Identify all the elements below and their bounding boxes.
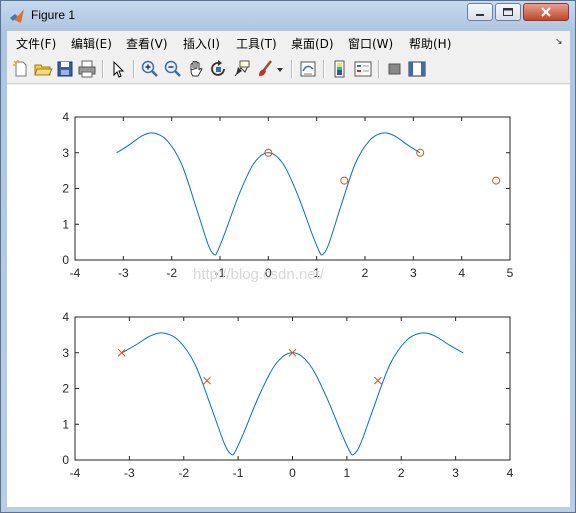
y-tick-label: 2 [62,182,69,196]
x-tick-label: 2 [362,266,369,280]
menu-help[interactable]: 帮助(H) [409,35,451,52]
pan-hand-icon[interactable] [186,59,206,79]
x-tick-label: 3 [452,466,459,480]
y-tick-label: 3 [62,146,69,160]
figure-window: Figure 1 文件(F) 编辑(E) 查看(V) 插入(I) 工具(T) 桌… [0,0,576,513]
insert-colorbar-icon[interactable] [330,59,350,79]
toolbar-separator [291,60,293,78]
brush-dropdown-icon[interactable] [275,59,285,79]
menu-window[interactable]: 窗口(W) [348,35,393,52]
brush-icon[interactable] [255,59,275,79]
menu-bar: 文件(F) 编辑(E) 查看(V) 插入(I) 工具(T) 桌面(D) 窗口(W… [7,31,570,53]
show-plot-tools-icon[interactable] [407,59,427,79]
menu-tools[interactable]: 工具(T) [236,35,277,52]
title-bar[interactable]: Figure 1 [1,1,575,31]
x-tick-label: 4 [507,466,514,480]
link-plot-icon[interactable] [298,59,318,79]
zoom-in-icon[interactable] [140,59,160,79]
y-tick-label: 4 [62,110,69,124]
menu-view[interactable]: 查看(V) [126,35,168,52]
minimize-button[interactable] [467,3,493,21]
figure-client: 文件(F) 编辑(E) 查看(V) 插入(I) 工具(T) 桌面(D) 窗口(W… [7,31,570,507]
toolbar-separator [133,60,135,78]
y-tick-label: 1 [62,217,69,231]
toolbar-separator [102,60,104,78]
close-icon [541,7,551,17]
x-tick-label: -1 [233,466,244,480]
print-icon[interactable] [77,59,97,79]
x-tick-label: -4 [70,466,81,480]
rotate-3d-icon[interactable] [209,59,229,79]
menu-insert[interactable]: 插入(I) [183,35,220,52]
save-icon[interactable] [55,59,75,79]
minimize-icon [476,14,484,16]
y-tick-label: 1 [62,417,69,431]
menu-file[interactable]: 文件(F) [16,35,56,52]
axes-1-frame [74,116,511,261]
menu-desktop[interactable]: 桌面(D) [291,35,334,52]
x-tick-label: 3 [410,266,417,280]
axes-2-frame [74,316,511,461]
watermark-text: http://blog.csdn.net/ [193,266,325,283]
x-tick-label: -2 [178,466,189,480]
x-tick-label: 0 [289,466,296,480]
menu-overflow-icon[interactable]: ↘ [555,37,563,47]
open-file-icon[interactable] [33,59,53,79]
insert-legend-icon[interactable] [353,59,373,79]
x-tick-label: -4 [70,266,81,280]
edit-plot-arrow-icon[interactable] [108,59,128,79]
x-tick-label: 4 [458,266,465,280]
x-tick-label: 5 [507,266,514,280]
menu-edit[interactable]: 编辑(E) [71,35,112,52]
toolbar-separator [378,60,380,78]
window-title: Figure 1 [31,8,76,22]
x-tick-label: -3 [124,466,135,480]
new-figure-icon[interactable] [11,59,31,79]
toolbar-separator [323,60,325,78]
y-tick-label: 4 [62,310,69,324]
close-button[interactable] [523,3,569,21]
maximize-button[interactable] [495,3,521,21]
x-tick-label: -3 [118,266,129,280]
x-tick-label: 1 [344,466,351,480]
x-tick-label: -2 [166,266,177,280]
y-tick-label: 2 [62,382,69,396]
hide-plot-tools-icon[interactable] [385,59,405,79]
plot-area[interactable]: -4 -3 -2 -1 0 1 2 3 4 501234-4 -3 -2 -1 0 1 2 3 401234htt… [7,85,570,507]
matlab-logo-icon [9,8,25,24]
y-tick-label: 0 [62,453,69,467]
figure-toolbar [7,55,570,84]
y-tick-label: 0 [62,253,69,267]
y-tick-label: 3 [62,346,69,360]
zoom-out-icon[interactable] [163,59,183,79]
data-cursor-icon[interactable] [232,59,252,79]
figure-canvas[interactable]: -4 -3 -2 -1 0 1 2 3 4 5 0 1 2 3 4 -4 -3 -2 -1 0 1 2 3 4 0 1 2 3 4 htt… [7,85,570,507]
x-tick-label: 2 [398,466,405,480]
